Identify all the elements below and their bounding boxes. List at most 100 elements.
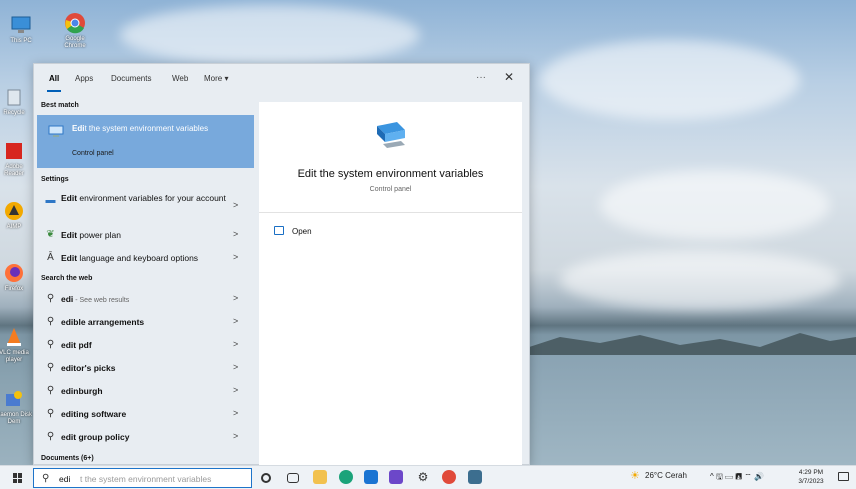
- sea: [520, 355, 856, 465]
- search-icon: ⚲: [46, 293, 55, 304]
- aimp-icon: [5, 202, 23, 220]
- web-result-item[interactable]: ⚲ edit pdf >: [37, 334, 254, 356]
- web-header: Search the web: [41, 275, 93, 282]
- search-panel: All Apps Documents Web More ▾ ··· ✕ Best…: [33, 63, 531, 466]
- settings-item-env-vars[interactable]: ▬ Edit environment variables for your ac…: [37, 190, 254, 220]
- desktop-icon-label: Daemon Disk Dem: [0, 412, 33, 425]
- tab-more[interactable]: More ▾: [204, 74, 228, 83]
- clock-date: 3/7/2023: [798, 478, 824, 485]
- search-suggestion-text: t the system environment variables: [80, 474, 212, 484]
- search-tabs: All Apps Documents Web More ▾ ··· ✕: [34, 64, 531, 94]
- search-icon: ⚲: [42, 473, 50, 484]
- desktop-icon-firefox[interactable]: Firefox: [0, 262, 32, 293]
- web-result-item[interactable]: ⚲ edi - See web results >: [37, 288, 254, 310]
- best-match-header: Best match: [41, 102, 79, 109]
- best-match-title: Edit the system environment variables: [72, 124, 209, 133]
- more-options-button[interactable]: ···: [476, 72, 486, 83]
- search-icon: ⚲: [46, 431, 55, 442]
- desktop-icon-label: Recycle: [3, 110, 25, 116]
- desktop-icon-aimp[interactable]: AIMP: [0, 200, 32, 231]
- file-explorer-icon[interactable]: [313, 470, 327, 484]
- web-result-item[interactable]: ⚲ editor's picks >: [37, 357, 254, 379]
- web-result-item[interactable]: ⚲ editing software >: [37, 403, 254, 425]
- system-tray-icons[interactable]: ^ 🖫 ▭ 🖪 ⌔ 🔊: [710, 471, 764, 485]
- desktop-icon-vlc[interactable]: VLC media player: [0, 326, 32, 364]
- clock-time: 4:29 PM: [798, 469, 824, 476]
- vlc-icon: [7, 328, 21, 346]
- desktop-icon-label: AIMP: [6, 224, 22, 230]
- taskbar: ⚲ edi t the system environment variables…: [0, 465, 856, 489]
- chevron-right-icon: >: [233, 385, 239, 395]
- recycle-bin-icon: [7, 89, 21, 106]
- adobe-reader-icon: [6, 143, 22, 159]
- chrome-icon: [65, 13, 85, 34]
- chevron-right-icon: >: [233, 229, 239, 239]
- desktop-icon-this-pc[interactable]: This PC: [2, 14, 40, 45]
- mail-icon[interactable]: [364, 470, 378, 484]
- system-env-icon: [377, 122, 405, 148]
- chevron-right-icon: >: [233, 293, 239, 303]
- preview-pane: Edit the system environment variables Co…: [259, 102, 522, 466]
- search-icon: ⚲: [46, 385, 55, 396]
- app-icon[interactable]: [468, 470, 482, 484]
- active-tab-indicator: [47, 90, 61, 92]
- search-icon: ⚲: [46, 339, 55, 350]
- search-icon: ⚲: [46, 408, 55, 419]
- desktop-icon-label: Adobe Reader: [4, 164, 24, 177]
- preview-title: Edit the system environment variables: [297, 168, 484, 180]
- clock[interactable]: 4:29 PM 3/7/2023: [796, 468, 826, 486]
- firefox-icon: [5, 264, 23, 282]
- web-result-item[interactable]: ⚲ edinburgh >: [37, 380, 254, 402]
- power-plan-icon: ❦: [46, 229, 55, 240]
- desktop-icon-chrome[interactable]: Google Chrome: [56, 12, 94, 50]
- weather-text[interactable]: 26°C Cerah: [645, 471, 687, 480]
- desktop-icon-disk[interactable]: Daemon Disk Dem: [0, 388, 32, 426]
- chevron-right-icon: >: [233, 252, 239, 262]
- tab-documents[interactable]: Documents: [111, 74, 151, 83]
- results-list: Best match Edit the system environment v…: [36, 98, 255, 466]
- settings-icon[interactable]: ⚙: [416, 470, 430, 484]
- chevron-right-icon: >: [233, 339, 239, 349]
- weather-icon: ☀: [630, 470, 640, 482]
- open-label: Open: [292, 227, 312, 236]
- chrome-icon[interactable]: [442, 470, 456, 484]
- chevron-right-icon: >: [233, 316, 239, 326]
- start-button[interactable]: [13, 473, 23, 483]
- best-match-item[interactable]: Edit the system environment variables Co…: [37, 115, 254, 168]
- settings-item-language[interactable]: Ā Edit language and keyboard options >: [37, 247, 254, 269]
- notification-icon[interactable]: [838, 472, 849, 481]
- web-result-item[interactable]: ⚲ edible arrangements >: [37, 311, 254, 333]
- documents-header[interactable]: Documents (6+): [41, 455, 94, 462]
- chevron-right-icon: >: [233, 362, 239, 372]
- divider: [259, 212, 522, 213]
- cortana-icon[interactable]: [261, 473, 271, 483]
- env-icon: ▬: [45, 195, 56, 206]
- close-button[interactable]: ✕: [504, 70, 514, 84]
- web-result-item[interactable]: ⚲ edit group policy >: [37, 426, 254, 448]
- open-icon: [274, 226, 284, 235]
- system-env-icon: [48, 125, 64, 137]
- search-icon: ⚲: [46, 362, 55, 373]
- desktop-icon-label: VLC media player: [0, 350, 29, 363]
- settings-item-power-plan[interactable]: ❦ Edit power plan >: [37, 224, 254, 246]
- edge-icon[interactable]: [339, 470, 353, 484]
- desktop-icon-recycle[interactable]: Recycle: [0, 86, 32, 117]
- chevron-right-icon: >: [233, 431, 239, 441]
- tab-all[interactable]: All: [49, 74, 59, 83]
- chevron-right-icon: >: [233, 200, 239, 210]
- editor-icon[interactable]: [389, 470, 403, 484]
- desktop-icon-adobe[interactable]: Adobe Reader: [0, 140, 32, 178]
- language-icon: Ā: [47, 252, 54, 263]
- best-match-subtitle: Control panel: [72, 150, 114, 157]
- search-typed-text: edi: [59, 474, 71, 484]
- taskbar-search-input[interactable]: ⚲ edi t the system environment variables: [33, 468, 252, 488]
- computer-icon: [11, 16, 31, 33]
- desktop-icon-label: This PC: [10, 38, 32, 44]
- task-view-icon[interactable]: [287, 473, 299, 483]
- tab-web[interactable]: Web: [172, 74, 188, 83]
- desktop-icon-label: Google Chrome: [64, 36, 86, 49]
- settings-header: Settings: [41, 176, 69, 183]
- preview-subtitle: Control panel: [369, 186, 412, 193]
- tab-apps[interactable]: Apps: [75, 74, 93, 83]
- desktop-icon-label: Firefox: [4, 286, 24, 292]
